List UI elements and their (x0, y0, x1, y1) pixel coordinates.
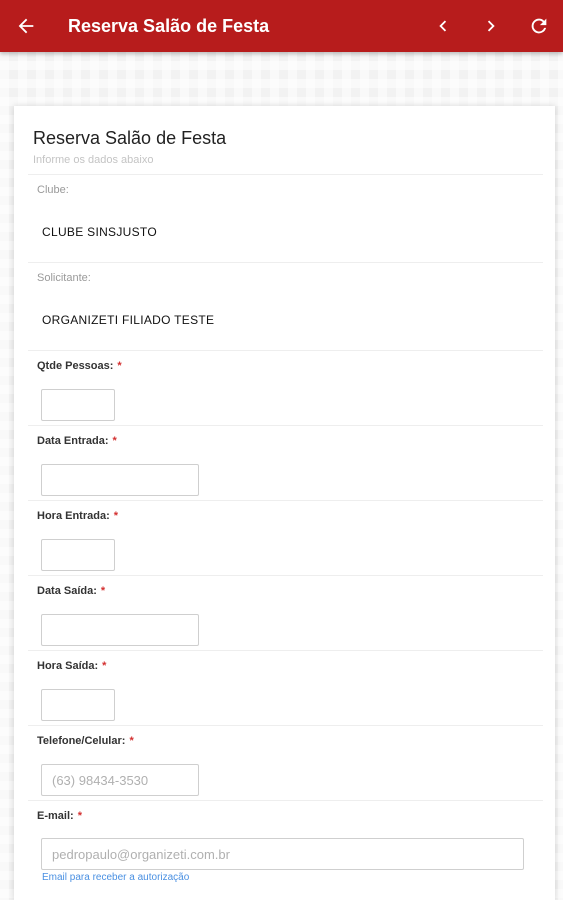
data-entrada-input[interactable] (41, 464, 199, 496)
clube-row: Clube: CLUBE SINSJUSTO (28, 174, 543, 262)
app-bar-title: Reserva Salão de Festa (68, 15, 270, 36)
hora-entrada-label: Hora Entrada: * (37, 510, 119, 522)
qtde-row: Qtde Pessoas: * (28, 350, 543, 425)
required-mark: * (117, 360, 122, 372)
chevron-right-icon[interactable] (467, 0, 515, 52)
hora-saida-row: Hora Saída: * (28, 650, 543, 725)
email-help-text: Email para receber a autorização (42, 872, 190, 883)
solicitante-row: Solicitante: ORGANIZETI FILIADO TESTE (28, 262, 543, 350)
data-saida-input[interactable] (41, 614, 199, 646)
data-entrada-row: Data Entrada: * (28, 425, 543, 500)
email-input[interactable] (41, 838, 524, 870)
hora-saida-input[interactable] (41, 689, 115, 721)
data-entrada-label: Data Entrada: * (37, 435, 117, 447)
required-mark: * (102, 660, 107, 672)
email-row: E-mail:* Email para receber a autorizaçã… (28, 800, 543, 900)
telefone-label: Telefone/Celular: * (37, 735, 134, 747)
telefone-row: Telefone/Celular: * (28, 725, 543, 800)
email-label: E-mail: * (37, 810, 82, 822)
hora-entrada-input[interactable] (41, 539, 115, 571)
data-saida-row: Data Saída: * (28, 575, 543, 650)
app-bar: Reserva Salão de Festa (0, 0, 563, 52)
telefone-input[interactable] (41, 764, 199, 796)
required-mark: * (77, 810, 82, 822)
qtde-pessoas-input[interactable] (41, 389, 115, 421)
solicitante-label: Solicitante: (37, 272, 91, 284)
clube-label: Clube: (37, 184, 69, 196)
hora-entrada-row: Hora Entrada: * (28, 500, 543, 575)
required-mark: * (100, 585, 106, 597)
form-title: Reserva Salão de Festa (33, 128, 227, 148)
chevron-left-icon[interactable] (419, 0, 467, 52)
hora-saida-label: Hora Saída: * (37, 660, 107, 672)
solicitante-value: ORGANIZETI FILIADO TESTE (42, 313, 215, 327)
form-subtitle: Informe os dados abaixo (33, 154, 154, 166)
required-mark: * (112, 435, 117, 447)
qtde-label: Qtde Pessoas: * (37, 360, 122, 372)
refresh-icon[interactable] (515, 0, 563, 52)
arrow-left-icon[interactable] (0, 0, 52, 52)
data-saida-label: Data Saída: * (37, 585, 106, 597)
form-card: Reserva Salão de Festa Informe os dados … (14, 106, 555, 900)
required-mark: * (113, 510, 119, 522)
clube-value: CLUBE SINSJUSTO (42, 225, 157, 239)
required-mark: * (129, 735, 134, 747)
